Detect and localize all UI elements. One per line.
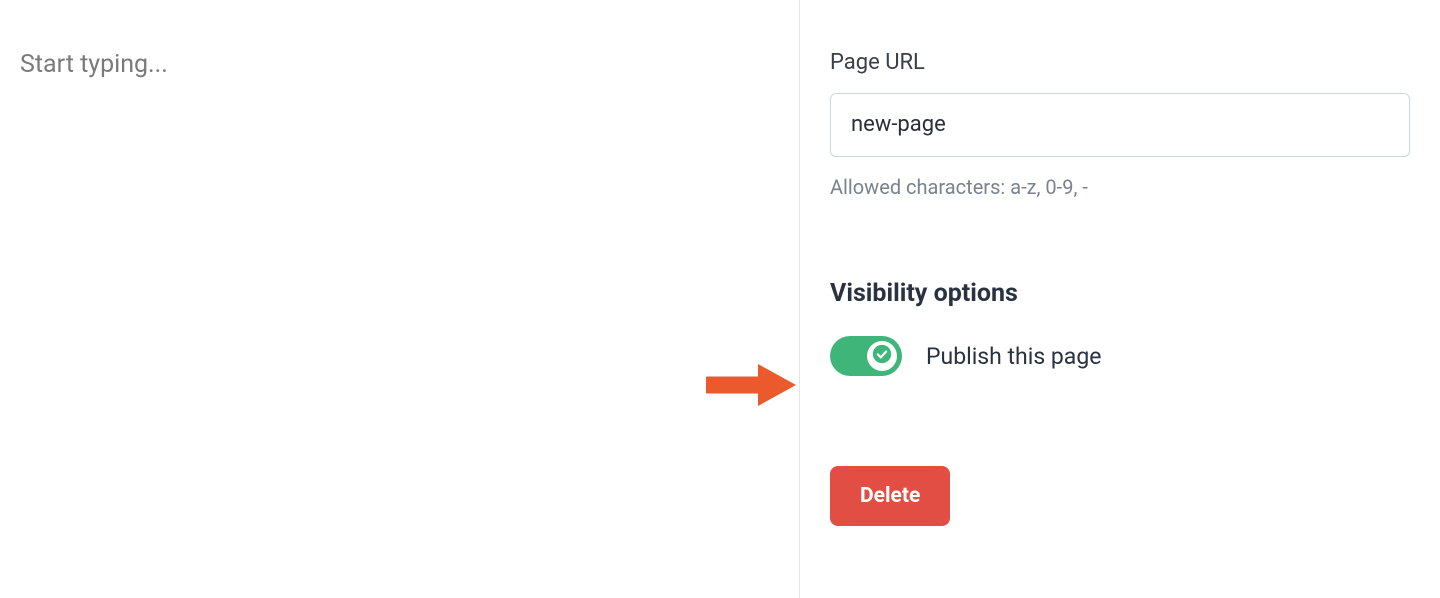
toggle-thumb <box>867 341 897 371</box>
visibility-heading: Visibility options <box>830 279 1410 308</box>
publish-toggle-label: Publish this page <box>926 343 1101 370</box>
editor-panel: Start typing... <box>0 0 800 598</box>
check-icon <box>872 344 892 368</box>
editor-input[interactable]: Start typing... <box>20 50 779 79</box>
page-url-label: Page URL <box>830 50 1410 75</box>
page-url-input[interactable] <box>830 93 1410 157</box>
publish-toggle-row: Publish this page <box>830 336 1410 376</box>
publish-toggle[interactable] <box>830 336 902 376</box>
page-url-helper: Allowed characters: a-z, 0-9, - <box>830 175 1410 199</box>
settings-panel: Page URL Allowed characters: a-z, 0-9, -… <box>800 0 1440 598</box>
delete-button[interactable]: Delete <box>830 466 950 526</box>
